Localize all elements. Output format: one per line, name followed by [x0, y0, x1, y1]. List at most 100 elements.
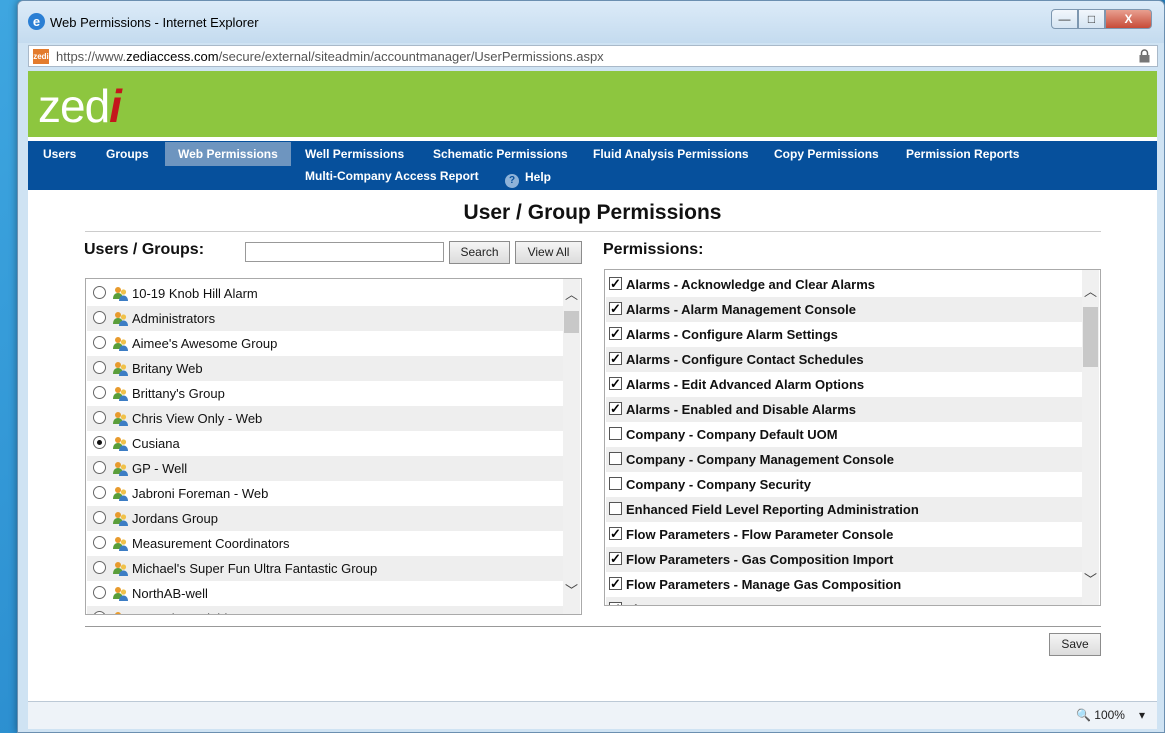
group-radio[interactable]: [93, 311, 106, 324]
group-row[interactable]: Measurement Coordinators: [87, 531, 563, 556]
permission-row[interactable]: Company - Company Security: [606, 472, 1082, 497]
permission-label: Alarms - Configure Contact Schedules: [626, 352, 864, 367]
group-icon: [112, 560, 129, 577]
permission-checkbox[interactable]: [609, 452, 622, 465]
group-radio[interactable]: [93, 486, 106, 499]
group-row[interactable]: Jordans Group: [87, 506, 563, 531]
permission-row[interactable]: ✓ Alarms - Enabled and Disable Alarms: [606, 397, 1082, 422]
permission-row[interactable]: ✓ Alarms - Configure Contact Schedules: [606, 347, 1082, 372]
permission-row[interactable]: ✓ Alarms - Edit Advanced Alarm Options: [606, 372, 1082, 397]
nav-groups[interactable]: Groups: [93, 142, 162, 166]
permission-row[interactable]: Company - Company Default UOM: [606, 422, 1082, 447]
group-radio[interactable]: [93, 586, 106, 599]
group-icon: [112, 460, 129, 477]
nav-users[interactable]: Users: [30, 142, 89, 166]
group-icon: [112, 585, 129, 602]
permission-row[interactable]: ✓ Alarms - Acknowledge and Clear Alarms: [606, 272, 1082, 297]
url-text[interactable]: https://www.zediaccess.com/secure/extern…: [56, 49, 604, 64]
permission-checkbox[interactable]: [609, 477, 622, 490]
groups-scrollbar[interactable]: ︿ ﹀: [563, 279, 580, 614]
nav-permission-reports[interactable]: Permission Reports: [893, 142, 1032, 166]
group-row[interactable]: Jabroni Foreman - Web: [87, 481, 563, 506]
permission-checkbox[interactable]: ✓: [609, 277, 622, 290]
group-row[interactable]: GP - Well: [87, 456, 563, 481]
group-radio[interactable]: [93, 386, 106, 399]
permission-row[interactable]: ✓ Flow Parameters - Flow Parameter Consol…: [606, 522, 1082, 547]
nav-web-permissions[interactable]: Web Permissions: [165, 142, 291, 166]
permission-checkbox[interactable]: [609, 502, 622, 515]
permissions-scrollbar[interactable]: ︿ ﹀: [1082, 270, 1099, 605]
chevron-down-icon[interactable]: ▾: [1139, 708, 1145, 722]
permission-checkbox[interactable]: ✓: [609, 527, 622, 540]
lock-icon[interactable]: [1139, 49, 1150, 63]
group-radio[interactable]: [93, 286, 106, 299]
permission-row[interactable]: ✓ Alarms - Configure Alarm Settings: [606, 322, 1082, 347]
scroll-up-icon[interactable]: ︿: [563, 285, 580, 305]
groups-scroll-thumb[interactable]: [564, 311, 579, 333]
group-row[interactable]: Chris View Only - Web: [87, 406, 563, 431]
search-button[interactable]: Search: [449, 241, 510, 264]
group-radio[interactable]: [93, 336, 106, 349]
nav-schematic-permissions[interactable]: Schematic Permissions: [420, 142, 581, 166]
groups-list[interactable]: 10-19 Knob Hill Alarm Administrators Aimee…: [85, 278, 582, 615]
permission-row[interactable]: ✓ Flow Parameters - Gas Composition Impor…: [606, 547, 1082, 572]
permission-row[interactable]: Enhanced Field Level Reporting Administr…: [606, 497, 1082, 522]
permission-checkbox[interactable]: ✓: [609, 402, 622, 415]
group-radio[interactable]: [93, 411, 106, 424]
address-bar[interactable]: zedi https://www.zediaccess.com/secure/e…: [28, 45, 1158, 67]
permission-checkbox[interactable]: ✓: [609, 377, 622, 390]
nav-multi-company-access-report[interactable]: Multi-Company Access Report: [292, 164, 492, 188]
scroll-down-icon[interactable]: ﹀: [1082, 570, 1099, 590]
group-radio[interactable]: [93, 461, 106, 474]
group-radio[interactable]: [93, 536, 106, 549]
close-button[interactable]: X: [1105, 9, 1152, 29]
permission-checkbox[interactable]: ✓: [609, 352, 622, 365]
zedi-logo[interactable]: zedi: [38, 79, 122, 133]
permissions-scroll-thumb[interactable]: [1083, 307, 1098, 367]
permission-checkbox[interactable]: [609, 427, 622, 440]
group-icon: [112, 335, 129, 352]
permission-checkbox[interactable]: ✓: [609, 302, 622, 315]
nav-help[interactable]: ? Help: [492, 165, 564, 189]
view-all-button[interactable]: View All: [515, 241, 582, 264]
group-row[interactable]: NorthAB-well: [87, 581, 563, 606]
group-radio[interactable]: [93, 611, 106, 614]
group-radio[interactable]: [93, 511, 106, 524]
group-row[interactable]: Brittany's Group: [87, 381, 563, 406]
permission-checkbox[interactable]: ✓: [609, 327, 622, 340]
scroll-down-icon[interactable]: ﹀: [563, 581, 580, 601]
save-button[interactable]: Save: [1049, 633, 1101, 656]
bottom-divider: [85, 626, 1101, 627]
permission-checkbox[interactable]: ✓: [609, 552, 622, 565]
zoom-level: 100%: [1094, 708, 1125, 722]
permissions-label: Permissions:: [603, 241, 704, 258]
permission-row[interactable]: ✓ Flow Parameters - Manage Gas Compositio…: [606, 572, 1082, 597]
group-row[interactable]: Administrators: [87, 306, 563, 331]
permissions-list[interactable]: ✓ Alarms - Acknowledge and Clear Alarms ✓ A…: [604, 269, 1101, 606]
nav-well-permissions[interactable]: Well Permissions: [292, 142, 417, 166]
permission-label: Flow Parameters - Manage Gas Composition: [626, 577, 902, 592]
permission-checkbox[interactable]: ✓: [609, 602, 622, 605]
group-row[interactable]: Britany Web: [87, 356, 563, 381]
group-row[interactable]: Operations Field Access: [87, 606, 563, 614]
permission-label: Flow Parameters - Manage Meter Parameter…: [626, 597, 903, 605]
nav-copy-permissions[interactable]: Copy Permissions: [761, 142, 892, 166]
minimize-button[interactable]: —: [1051, 9, 1078, 29]
group-radio[interactable]: [93, 561, 106, 574]
scroll-up-icon[interactable]: ︿: [1082, 282, 1099, 302]
maximize-button[interactable]: □: [1078, 9, 1105, 29]
search-input[interactable]: [245, 242, 444, 262]
permission-row[interactable]: Company - Company Management Console: [606, 447, 1082, 472]
permission-row[interactable]: ✓ Alarms - Alarm Management Console: [606, 297, 1082, 322]
group-row[interactable]: Michael's Super Fun Ultra Fantastic Grou…: [87, 556, 563, 581]
zoom-control[interactable]: 🔍 100% ▾: [1076, 708, 1145, 722]
group-label: Jabroni Foreman - Web: [132, 486, 269, 501]
group-radio[interactable]: [93, 436, 106, 449]
group-row[interactable]: 10-19 Knob Hill Alarm: [87, 281, 563, 306]
permission-row[interactable]: ✓ Flow Parameters - Manage Meter Paramete…: [606, 597, 1082, 605]
group-radio[interactable]: [93, 361, 106, 374]
group-row[interactable]: Aimee's Awesome Group: [87, 331, 563, 356]
group-row[interactable]: Cusiana: [87, 431, 563, 456]
permission-checkbox[interactable]: ✓: [609, 577, 622, 590]
nav-fluid-analysis-permissions[interactable]: Fluid Analysis Permissions: [580, 142, 762, 166]
